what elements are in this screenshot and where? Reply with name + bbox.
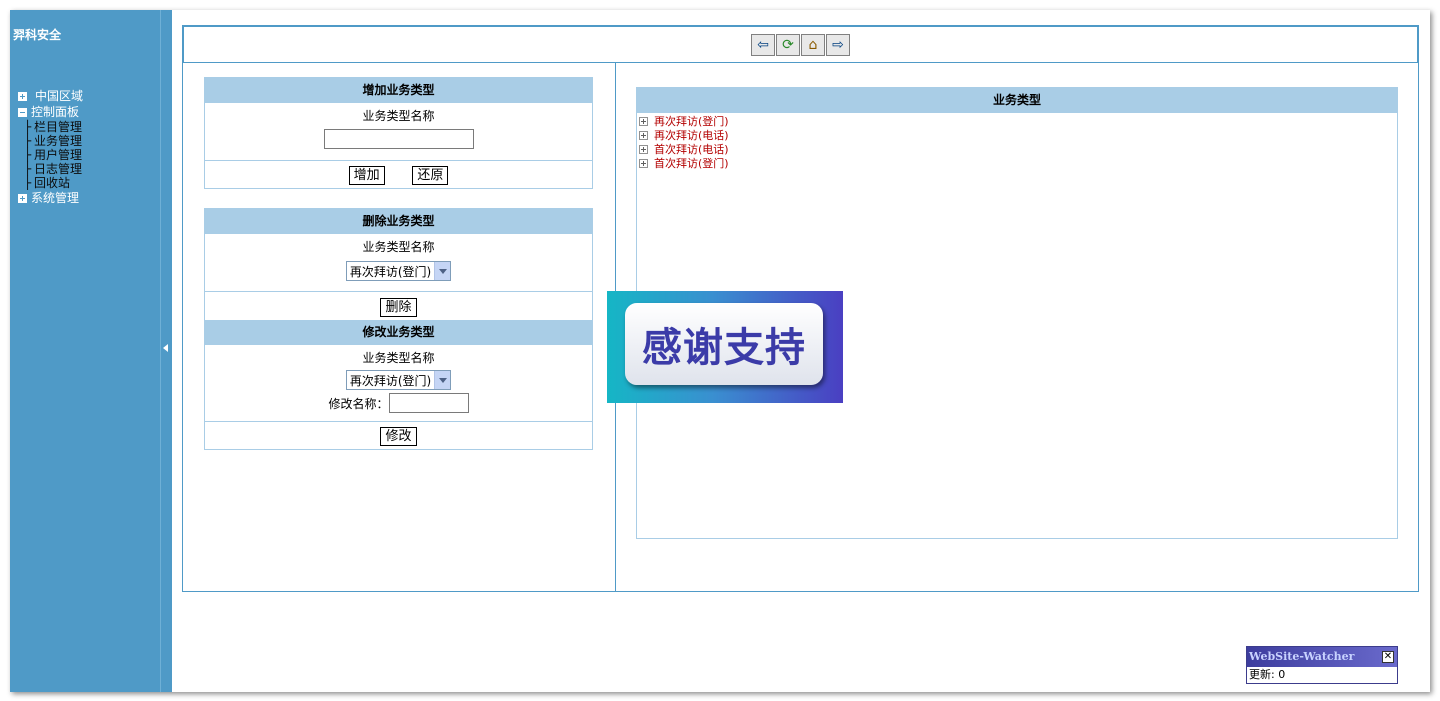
tree-item-recycle[interactable]: ├ 回收站 — [18, 176, 83, 190]
delete-type-select[interactable]: 再次拜访(登门) — [345, 261, 452, 281]
tree-item-logs[interactable]: ├ 日志管理 — [18, 162, 83, 176]
tree-node-system[interactable]: 系统管理 — [18, 190, 83, 206]
forward-arrow-icon[interactable]: ⇨ — [826, 34, 850, 56]
expand-plus-icon[interactable] — [18, 193, 27, 203]
brand-title: 羿科安全 — [13, 28, 62, 42]
tree-item-business[interactable]: ├ 业务管理 — [18, 134, 83, 148]
toolbar: ⇦ ⟳ ⌂ ⇨ — [182, 25, 1419, 63]
sidebar: 羿科安全 中国区域 控制面板 ├ 栏目管理 ├ 业务管理 ├ 用户管理 ├ 日志管理 ├… — [10, 10, 172, 692]
website-watcher-widget: WebSite-Watcher ✕ 更新: 0 — [1246, 646, 1398, 684]
type-item[interactable]: 再次拜访(电话) — [639, 128, 1397, 142]
watcher-title: WebSite-Watcher — [1249, 650, 1355, 663]
add-type-panel: 增加业务类型 业务类型名称 增加 还原 — [204, 77, 593, 189]
types-tree: 再次拜访(登门) 再次拜访(电话) 首次拜访(电话) 首次拜访(登门) — [637, 113, 1397, 170]
expand-plus-icon[interactable] — [639, 130, 648, 140]
watcher-status: 更新: 0 — [1249, 668, 1286, 681]
expand-plus-icon[interactable] — [639, 144, 648, 154]
rename-input[interactable] — [388, 393, 469, 413]
thanks-text: 感谢支持 — [642, 325, 806, 371]
delete-type-panel: 删除业务类型 业务类型名称 再次拜访(登门) 删除 — [204, 208, 593, 321]
thanks-overlay-badge: 感谢支持 — [607, 291, 843, 403]
thanks-card: 感谢支持 — [625, 303, 823, 385]
type-item[interactable]: 首次拜访(登门) — [639, 156, 1397, 170]
tree-item-columns[interactable]: ├ 栏目管理 — [18, 120, 83, 134]
tree-node-control-panel[interactable]: 控制面板 — [18, 104, 83, 120]
add-panel-title: 增加业务类型 — [205, 78, 592, 103]
add-type-name-input[interactable] — [323, 129, 474, 149]
delete-panel-title: 删除业务类型 — [205, 209, 592, 234]
edit-type-panel: 修改业务类型 业务类型名称 再次拜访(登门) 修改名称： 修改 — [204, 320, 593, 450]
type-item[interactable]: 再次拜访(登门) — [639, 114, 1397, 128]
expand-plus-icon[interactable] — [639, 116, 648, 126]
refresh-icon[interactable]: ⟳ — [776, 34, 800, 56]
edit-field-label: 业务类型名称 — [362, 351, 435, 365]
reset-button[interactable]: 还原 — [412, 166, 449, 185]
nav-tree: 中国区域 控制面板 ├ 栏目管理 ├ 业务管理 ├ 用户管理 ├ 日志管理 ├ 回收站 系… — [18, 88, 83, 206]
back-arrow-icon[interactable]: ⇦ — [751, 34, 775, 56]
add-button[interactable]: 增加 — [348, 166, 385, 185]
tree-item-users[interactable]: ├ 用户管理 — [18, 148, 83, 162]
collapse-left-arrow-icon[interactable] — [163, 344, 168, 352]
chevron-down-icon[interactable] — [434, 371, 451, 389]
delete-button[interactable]: 删除 — [380, 298, 417, 317]
expand-plus-icon[interactable] — [639, 158, 648, 168]
types-panel-title: 业务类型 — [637, 88, 1397, 113]
tree-node-china-region[interactable]: 中国区域 — [18, 88, 83, 104]
collapse-minus-icon[interactable] — [18, 107, 27, 117]
edit-type-select[interactable]: 再次拜访(登门) — [345, 370, 452, 390]
edit-button[interactable]: 修改 — [380, 427, 417, 446]
edit-panel-title: 修改业务类型 — [205, 320, 592, 345]
chevron-down-icon[interactable] — [434, 262, 451, 280]
home-icon[interactable]: ⌂ — [801, 34, 825, 56]
expand-plus-icon[interactable] — [18, 91, 27, 101]
sidebar-collapse-handle[interactable] — [160, 10, 172, 692]
delete-field-label: 业务类型名称 — [362, 240, 435, 254]
close-icon[interactable]: ✕ — [1382, 651, 1394, 663]
rename-label: 修改名称： — [328, 396, 389, 411]
add-field-label: 业务类型名称 — [362, 109, 435, 123]
type-item[interactable]: 首次拜访(电话) — [639, 142, 1397, 156]
